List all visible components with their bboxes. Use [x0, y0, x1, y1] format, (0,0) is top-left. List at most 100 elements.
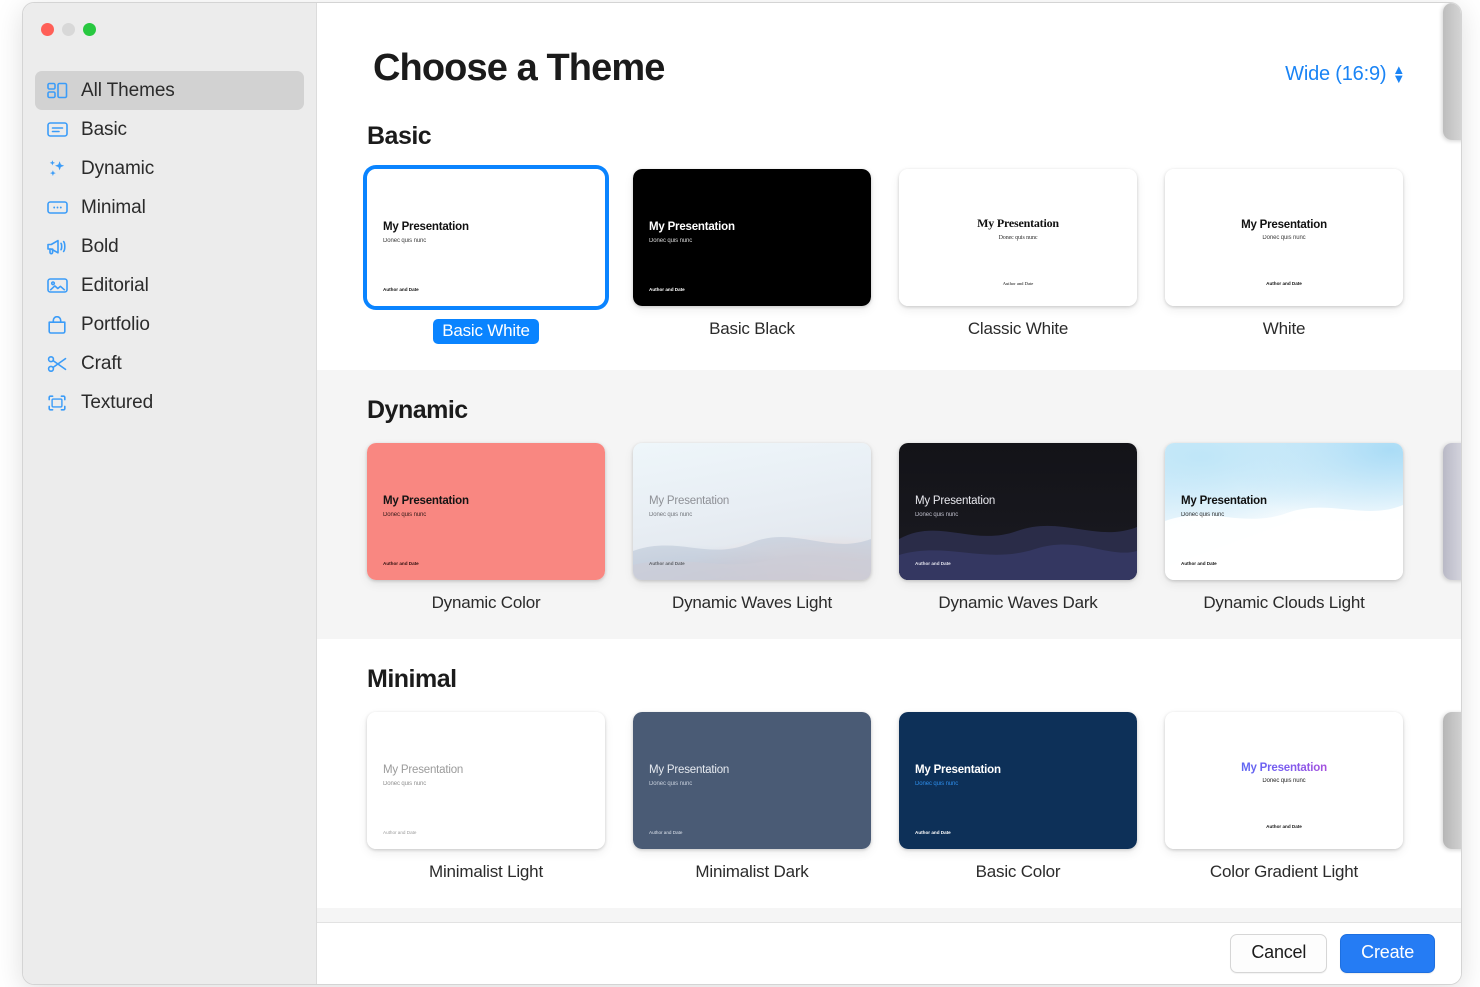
slide-footer: Author and Date	[649, 287, 685, 292]
sidebar-item-textured[interactable]: Textured	[35, 383, 304, 422]
grid-layout-icon	[46, 80, 68, 102]
slide-title: My Presentation	[915, 764, 1001, 777]
theme-card-basic-white[interactable]: My Presentation Donec quis nunc Author a…	[367, 169, 633, 344]
theme-caption: White	[1262, 319, 1306, 338]
theme-card-dynamic-color[interactable]: My Presentation Donec quis nunc Author a…	[367, 443, 633, 613]
slide-subtitle: Donec quis nunc	[915, 780, 959, 787]
theme-card-basic-black[interactable]: My Presentation Donec quis nunc Author a…	[633, 169, 899, 344]
slide-title: My Presentation	[649, 764, 730, 777]
theme-card-dynamic-waves-dark[interactable]: My Presentation Donec quis nunc Author a…	[899, 443, 1165, 613]
slide-footer: Author and Date	[649, 830, 683, 835]
sidebar-item-minimal[interactable]: Minimal	[35, 188, 304, 227]
slide-preview: My Presentation Donec quis nunc Author a…	[899, 712, 1137, 849]
sidebar-item-bold[interactable]: Bold	[35, 227, 304, 266]
sidebar-item-dynamic[interactable]: Dynamic	[35, 149, 304, 188]
theme-thumbnail[interactable]: My Presentation Donec quis nunc Author a…	[367, 169, 605, 306]
slide-preview: My Presentation Donec quis nunc Author a…	[633, 169, 871, 306]
dialog-footer: Cancel Create	[317, 922, 1461, 984]
theme-caption: Color Gradient Light	[1209, 862, 1359, 881]
theme-card-minimalist-light[interactable]: My Presentation Donec quis nunc Author a…	[367, 712, 633, 882]
theme-thumbnail[interactable]: My Presentation Donec quis nunc Author a…	[1165, 169, 1403, 306]
theme-caption: Dynamic Color	[431, 593, 541, 612]
slide-title: My Presentation	[383, 495, 469, 508]
theme-thumbnail[interactable]: My Presentation Donec quis nunc Author a…	[1165, 712, 1403, 849]
sidebar-item-craft[interactable]: Craft	[35, 344, 304, 383]
theme-caption: Basic Black	[709, 319, 795, 338]
sidebar-item-label: Textured	[81, 391, 154, 413]
theme-thumbnail-partial[interactable]	[1443, 443, 1461, 580]
minimize-button[interactable]	[62, 23, 75, 36]
theme-row: My Presentation Donec quis nunc Author a…	[317, 3, 1461, 370]
theme-thumbnail[interactable]: My Presentation Donec quis nunc Author a…	[633, 443, 871, 580]
section-title: Basic	[367, 122, 432, 150]
sidebar-item-label: Craft	[81, 352, 122, 374]
theme-card-classic-white[interactable]: My Presentation Donec quis nunc Author a…	[899, 169, 1165, 344]
photo-icon	[46, 275, 68, 297]
slide-preview: My Presentation Donec quis nunc Author a…	[633, 443, 871, 580]
slide-subtitle: Donec quis nunc	[649, 511, 693, 518]
slide-preview: My Presentation Donec quis nunc Author a…	[1165, 443, 1403, 580]
scissors-icon	[46, 353, 68, 375]
sidebar-item-basic[interactable]: Basic	[35, 110, 304, 149]
close-button[interactable]	[41, 23, 54, 36]
slide-footer: Author and Date	[383, 830, 417, 835]
main-panel: Choose a Theme Wide (16:9) ▲ ▼ Basic My P…	[317, 3, 1461, 984]
slide-title: My Presentation	[1181, 495, 1267, 508]
slide-subtitle: Donec quis nunc	[383, 511, 427, 518]
slide-title: My Presentation	[383, 221, 469, 234]
sidebar-item-label: All Themes	[81, 79, 175, 101]
theme-caption: Basic Color	[975, 862, 1061, 881]
crop-frame-icon	[46, 392, 68, 414]
theme-card-white[interactable]: My Presentation Donec quis nunc Author a…	[1165, 169, 1431, 344]
sidebar-nav: All Themes Basic Dynamic Minimal Bold Ed…	[23, 55, 316, 422]
theme-thumbnail[interactable]: My Presentation Donec quis nunc Author a…	[899, 712, 1137, 849]
sidebar: All Themes Basic Dynamic Minimal Bold Ed…	[23, 3, 317, 984]
create-button[interactable]: Create	[1340, 934, 1435, 973]
slide-subtitle: Donec quis nunc	[383, 780, 427, 787]
theme-card-minimalist-dark[interactable]: My Presentation Donec quis nunc Author a…	[633, 712, 899, 882]
aspect-ratio-popup[interactable]: Wide (16:9) ▲ ▼	[1285, 63, 1405, 86]
zoom-button[interactable]	[83, 23, 96, 36]
sidebar-item-portfolio[interactable]: Portfolio	[35, 305, 304, 344]
theme-card-color-gradient-light[interactable]: My Presentation Donec quis nunc Author a…	[1165, 712, 1431, 882]
theme-scroll-area[interactable]: Choose a Theme Wide (16:9) ▲ ▼ Basic My P…	[317, 3, 1461, 922]
sidebar-item-editorial[interactable]: Editorial	[35, 266, 304, 305]
slide-preview: My Presentation Donec quis nunc Author a…	[367, 169, 605, 306]
section-basic: Basic My Presentation Donec quis nunc Au…	[317, 3, 1461, 370]
theme-thumbnail[interactable]: My Presentation Donec quis nunc Author a…	[633, 712, 871, 849]
theme-card-basic-color[interactable]: My Presentation Donec quis nunc Author a…	[899, 712, 1165, 882]
sidebar-item-all-themes[interactable]: All Themes	[35, 71, 304, 110]
slide-title: My Presentation	[1241, 218, 1327, 231]
aspect-ratio-value: Wide (16:9)	[1285, 63, 1387, 85]
slide-preview: My Presentation Donec quis nunc Author a…	[367, 443, 605, 580]
slide-footer: Author and Date	[915, 561, 951, 566]
theme-thumbnail[interactable]: My Presentation Donec quis nunc Author a…	[367, 443, 605, 580]
theme-thumbnail[interactable]: My Presentation Donec quis nunc Author a…	[367, 712, 605, 849]
theme-caption: Dynamic Waves Dark	[938, 593, 1098, 612]
slide-title: My Presentation	[915, 495, 996, 508]
slide-footer: Author and Date	[1181, 561, 1217, 566]
theme-thumbnail-partial[interactable]	[1443, 712, 1461, 849]
cancel-button[interactable]: Cancel	[1230, 934, 1328, 973]
slide-preview: My Presentation Donec quis nunc Author a…	[1165, 169, 1403, 306]
megaphone-icon	[46, 236, 68, 258]
slide-title: My Presentation	[1165, 762, 1403, 774]
sparkles-icon	[46, 158, 68, 180]
slide-footer: Author and Date	[915, 830, 951, 835]
slide-title: My Presentation	[649, 221, 735, 234]
theme-thumbnail[interactable]: My Presentation Donec quis nunc Author a…	[899, 169, 1137, 306]
theme-thumbnail[interactable]: My Presentation Donec quis nunc Author a…	[1165, 443, 1403, 580]
slide-subtitle: Donec quis nunc	[383, 237, 427, 244]
theme-thumbnail[interactable]: My Presentation Donec quis nunc Author a…	[633, 169, 871, 306]
slide-subtitle: Donec quis nunc	[915, 511, 959, 518]
card-dots-icon	[46, 197, 68, 219]
slide-preview: My Presentation Donec quis nunc Author a…	[899, 443, 1137, 580]
section-bold: Bold	[317, 908, 1461, 922]
theme-thumbnail[interactable]: My Presentation Donec quis nunc Author a…	[899, 443, 1137, 580]
theme-card-dynamic-waves-light[interactable]: My Presentation Donec quis nunc Author a…	[633, 443, 899, 613]
bag-icon	[46, 314, 68, 336]
theme-thumbnail-partial[interactable]	[1443, 3, 1461, 140]
theme-card-dynamic-clouds-light[interactable]: My Presentation Donec quis nunc Author a…	[1165, 443, 1431, 613]
theme-caption: Dynamic Waves Light	[672, 593, 832, 612]
theme-caption: Classic White	[967, 319, 1069, 338]
